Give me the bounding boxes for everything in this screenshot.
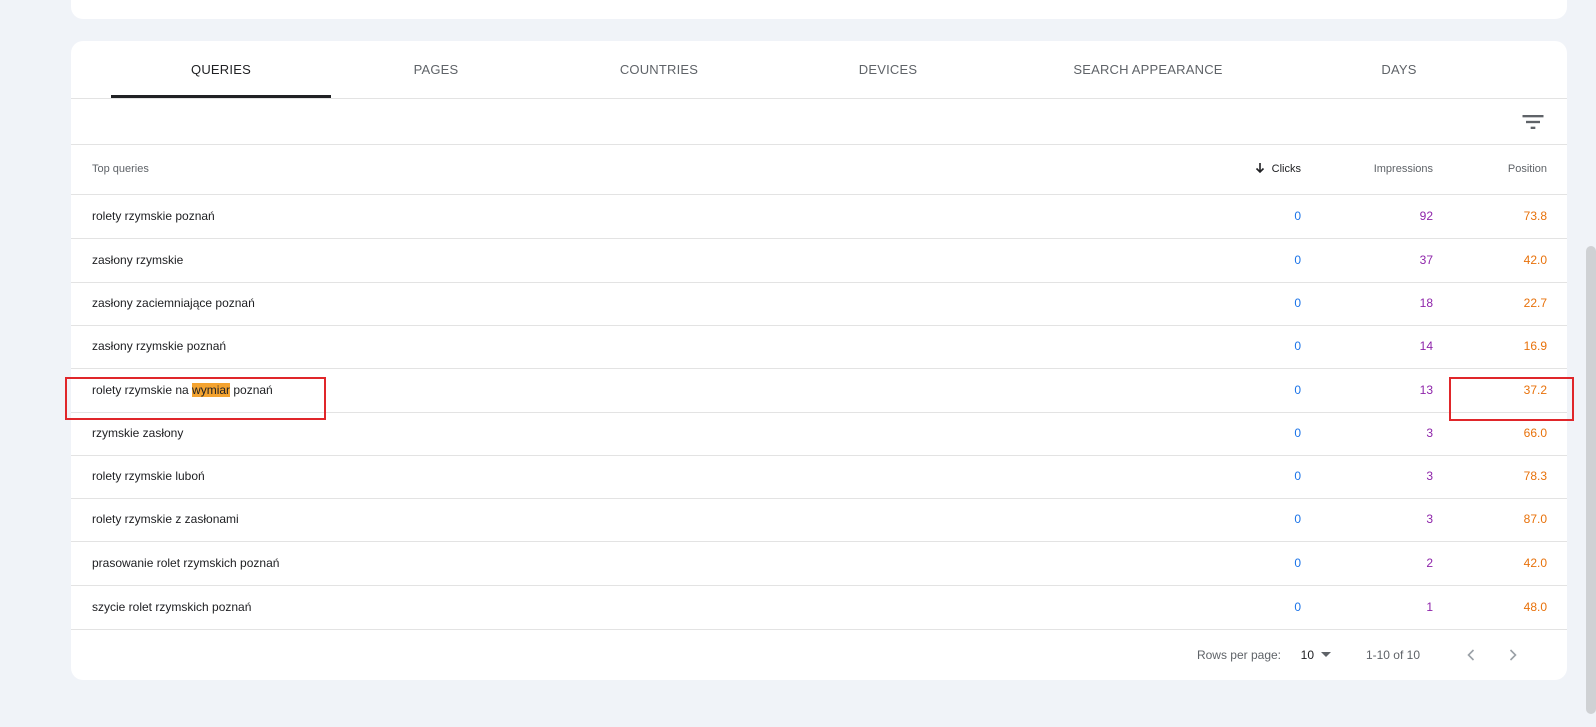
position-cell: 73.8	[1523, 209, 1547, 223]
position-cell: 87.0	[1523, 512, 1547, 526]
tab-search-appearance[interactable]: SEARCH APPEARANCE	[1038, 41, 1258, 98]
header-position[interactable]: Position	[1508, 145, 1547, 194]
impressions-cell: 3	[1426, 512, 1433, 526]
table-row[interactable]: rolety rzymskie poznań 0 92 73.8	[71, 195, 1567, 239]
tab-countries[interactable]: COUNTRIES	[549, 41, 769, 98]
tab-pages[interactable]: PAGES	[326, 41, 546, 98]
query-cell: szycie rolet rzymskich poznań	[92, 600, 252, 614]
tab-queries[interactable]: QUERIES	[111, 41, 331, 98]
impressions-cell: 14	[1419, 339, 1433, 353]
query-cell: rolety rzymskie luboń	[92, 469, 205, 483]
query-cell: prasowanie rolet rzymskich poznań	[92, 556, 280, 570]
filter-list-icon[interactable]	[1519, 108, 1547, 136]
query-cell: zasłony zaciemniające poznań	[92, 296, 255, 310]
position-cell: 48.0	[1523, 600, 1547, 614]
clicks-cell: 0	[1294, 469, 1301, 483]
impressions-cell: 92	[1419, 209, 1433, 223]
clicks-cell: 0	[1294, 339, 1301, 353]
table-row[interactable]: szycie rolet rzymskich poznań 0 1 48.0	[71, 586, 1567, 630]
clicks-cell: 0	[1294, 253, 1301, 267]
impressions-cell: 18	[1419, 296, 1433, 310]
clicks-cell: 0	[1294, 600, 1301, 614]
impressions-cell: 37	[1419, 253, 1433, 267]
impressions-cell: 1	[1426, 600, 1433, 614]
position-cell: 42.0	[1523, 556, 1547, 570]
impressions-cell: 3	[1426, 426, 1433, 440]
clicks-cell: 0	[1294, 426, 1301, 440]
rows-per-page-select[interactable]: 10	[1301, 630, 1314, 680]
clicks-cell: 0	[1294, 296, 1301, 310]
position-cell: 16.9	[1523, 339, 1547, 353]
impressions-cell: 3	[1426, 469, 1433, 483]
position-cell: 22.7	[1523, 296, 1547, 310]
header-impressions[interactable]: Impressions	[1374, 145, 1433, 194]
table-header: Top queries Clicks Impressions Position	[71, 145, 1567, 195]
previous-card	[71, 0, 1567, 19]
header-clicks-label: Clicks	[1271, 163, 1301, 175]
table-row[interactable]: rolety rzymskie z zasłonami 0 3 87.0	[71, 498, 1567, 542]
clicks-cell: 0	[1294, 556, 1301, 570]
dropdown-caret-icon[interactable]	[1321, 652, 1331, 657]
clicks-cell: 0	[1294, 512, 1301, 526]
position-cell: 42.0	[1523, 253, 1547, 267]
page-scrollbar[interactable]	[1586, 246, 1596, 714]
active-tab-indicator	[111, 95, 331, 98]
query-cell: zasłony rzymskie poznań	[92, 339, 227, 353]
impressions-cell: 13	[1419, 383, 1433, 397]
impressions-cell: 2	[1426, 556, 1433, 570]
table-row[interactable]: prasowanie rolet rzymskich poznań 0 2 42…	[71, 542, 1567, 586]
arrow-down-icon	[1255, 163, 1264, 174]
annotation-box-position	[1449, 377, 1574, 421]
chevron-left-icon[interactable]	[1459, 643, 1483, 667]
table-filter-bar	[71, 99, 1567, 145]
table-pagination: Rows per page: 10 1-10 of 10	[71, 630, 1567, 680]
tab-days[interactable]: DAYS	[1289, 41, 1509, 98]
annotation-box-query	[65, 377, 326, 420]
chevron-right-icon[interactable]	[1501, 643, 1525, 667]
header-clicks[interactable]: Clicks	[1254, 145, 1301, 194]
tab-devices[interactable]: DEVICES	[778, 41, 998, 98]
table-row[interactable]: zasłony rzymskie poznań 0 14 16.9	[71, 325, 1567, 369]
header-top-queries[interactable]: Top queries	[92, 145, 149, 194]
query-cell: rolety rzymskie z zasłonami	[92, 512, 239, 526]
dimension-tabs: QUERIES PAGES COUNTRIES DEVICES SEARCH A…	[71, 41, 1567, 99]
query-cell: zasłony rzymskie	[92, 253, 184, 267]
clicks-cell: 0	[1294, 209, 1301, 223]
clicks-cell: 0	[1294, 383, 1301, 397]
performance-table-card: QUERIES PAGES COUNTRIES DEVICES SEARCH A…	[71, 41, 1567, 680]
pagination-range: 1-10 of 10	[1365, 648, 1420, 662]
table-row[interactable]: zasłony rzymskie 0 37 42.0	[71, 239, 1567, 283]
position-cell: 78.3	[1523, 469, 1547, 483]
table-row[interactable]: zasłony zaciemniające poznań 0 18 22.7	[71, 282, 1567, 326]
query-cell: rolety rzymskie poznań	[92, 209, 215, 223]
table-row[interactable]: rolety rzymskie luboń 0 3 78.3	[71, 455, 1567, 499]
rows-per-page-label: Rows per page:	[1196, 648, 1281, 662]
